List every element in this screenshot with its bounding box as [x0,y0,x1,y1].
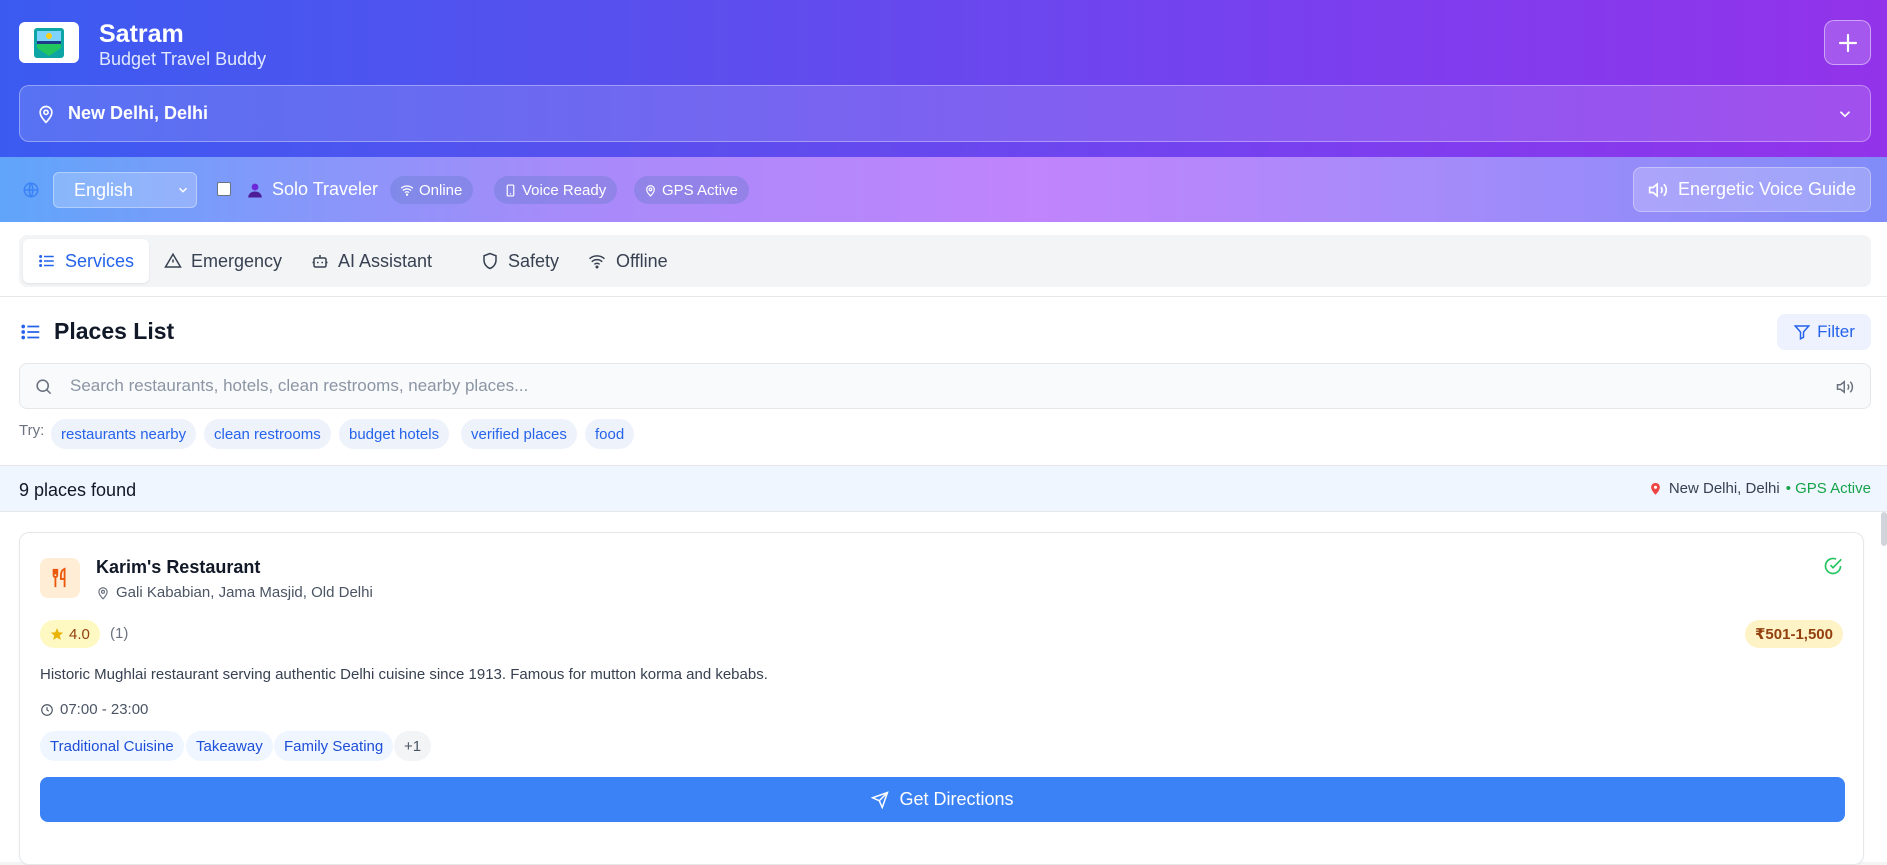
utensils-icon [52,567,66,588]
map-pin-icon [1650,482,1660,495]
online-badge: Online [390,176,474,204]
gps-status: • GPS Active [1785,480,1871,497]
globe-icon [23,182,39,198]
solo-traveler-label: Solo Traveler [272,179,379,199]
opening-hours: 07:00 - 23:00 [40,701,148,718]
suggestion-chip[interactable]: clean restrooms [204,419,331,449]
filter-icon [1793,325,1811,340]
shield-icon [483,252,497,270]
navigation-icon [871,790,890,809]
suggestion-chip[interactable]: budget hotels [339,419,450,449]
tab-services[interactable]: Services [23,239,150,283]
map-pin-icon [39,105,53,123]
gps-active-badge: GPS Active [634,176,749,204]
plus-icon [1838,33,1857,52]
list-icon [21,324,40,340]
language-select[interactable]: English [53,172,197,208]
place-address: Gali Kababian, Jama Masjid, Old Delhi [96,584,373,601]
search-bar [19,363,1871,409]
get-directions-button[interactable]: Get Directions [40,777,1845,822]
smartphone-icon [506,183,515,197]
map-pin-icon [98,586,108,600]
try-label: Try: [19,422,45,439]
more-tags-badge[interactable]: +1 [394,731,432,761]
voice-guide-button[interactable]: Energetic Voice Guide [1633,167,1871,212]
clock-icon [41,703,53,716]
search-icon [36,379,52,395]
wifi-icon [589,255,605,269]
location-selector[interactable]: New Delhi, Delhi [19,85,1871,142]
solo-traveler-checkbox[interactable] [217,182,231,196]
filter-button[interactable]: Filter [1777,314,1871,350]
tab-emergency[interactable]: Emergency [149,239,297,283]
wifi-icon [400,185,414,196]
app-header: Satram Budget Travel Buddy New Delhi, De… [0,0,1887,157]
scrollbar[interactable] [1881,512,1887,546]
app-title: Satram [99,20,184,48]
rating-badge: 4.0 [40,620,100,648]
tab-offline[interactable]: Offline [572,239,683,283]
bot-icon [312,255,328,268]
tab-bar: Services Emergency AI Assistant Safety O… [19,235,1871,287]
app-logo [19,22,79,63]
check-circle-icon [1824,557,1842,575]
shield-logo-icon [34,27,64,58]
amenity-tag: Family Seating [274,731,394,761]
speaker-icon[interactable] [1836,378,1854,396]
person-icon [248,183,262,198]
place-name[interactable]: Karim's Restaurant [96,557,260,578]
amenity-tag: Takeaway [186,731,273,761]
language-value: English [74,179,134,200]
divider [0,296,1887,297]
price-badge: ₹501-1,500 [1745,620,1843,648]
place-card: Karim's Restaurant Gali Kababian, Jama M… [19,532,1864,865]
chevron-down-icon [178,187,188,193]
main-content: Services Emergency AI Assistant Safety O… [0,222,1887,865]
suggestion-chip[interactable]: verified places [461,419,577,449]
voice-ready-badge: Voice Ready [494,176,618,204]
add-button[interactable] [1824,20,1871,65]
results-bar: 9 places found New Delhi, Delhi • GPS Ac… [0,465,1887,512]
tab-safety[interactable]: Safety [466,239,574,283]
app-subtitle: Budget Travel Buddy [99,49,267,69]
amenity-tag: Traditional Cuisine [40,731,184,761]
tab-ai-assistant[interactable]: AI Assistant [296,239,447,283]
results-count: 9 places found [19,480,137,500]
place-description: Historic Mughlai restaurant serving auth… [40,666,768,683]
search-input[interactable] [70,370,1810,402]
rating-count: (1) [110,625,129,642]
results-location: New Delhi, Delhi • GPS Active [1648,480,1871,497]
suggestion-chip[interactable]: restaurants nearby [51,419,197,449]
restaurant-category [40,558,80,598]
star-icon [50,628,64,640]
location-value: New Delhi, Delhi [68,103,209,123]
suggestion-chip[interactable]: food [585,419,635,449]
speaker-icon [1648,181,1667,198]
list-icon [39,255,54,267]
places-list-title: Places List [54,318,175,344]
chevron-down-icon [1839,111,1851,118]
map-pin-icon [646,184,655,197]
alert-triangle-icon [164,252,182,268]
